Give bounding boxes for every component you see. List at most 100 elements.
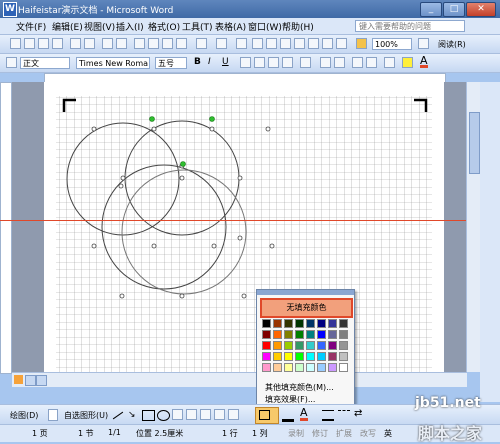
color-swatch[interactable]	[295, 330, 304, 339]
arrow-tool-icon[interactable]: ↘	[128, 410, 136, 420]
web-layout-icon[interactable]	[25, 375, 36, 386]
scroll-thumb[interactable]	[469, 112, 480, 174]
permission-icon[interactable]	[52, 38, 63, 49]
color-swatch[interactable]	[306, 352, 315, 361]
color-swatch[interactable]	[295, 341, 304, 350]
document-map-icon[interactable]	[322, 38, 333, 49]
color-swatch[interactable]	[306, 341, 315, 350]
wordart-icon[interactable]	[186, 409, 197, 420]
horizontal-scrollbar[interactable]	[12, 372, 467, 387]
color-swatch[interactable]	[295, 352, 304, 361]
color-swatch[interactable]	[284, 352, 293, 361]
color-swatch[interactable]	[262, 363, 271, 372]
insert-excel-icon[interactable]	[280, 38, 291, 49]
text-box-icon[interactable]	[172, 409, 183, 420]
line-color-icon[interactable]	[282, 409, 294, 422]
print-layout-icon[interactable]	[36, 375, 47, 386]
decrease-indent-icon[interactable]	[352, 57, 363, 68]
picture-icon[interactable]	[228, 409, 239, 420]
color-swatch[interactable]	[339, 363, 348, 372]
justify-icon[interactable]	[282, 57, 293, 68]
tables-borders-icon[interactable]	[252, 38, 263, 49]
clipart-icon[interactable]	[214, 409, 225, 420]
color-swatch[interactable]	[262, 319, 271, 328]
color-swatch[interactable]	[317, 352, 326, 361]
show-hide-icon[interactable]	[336, 38, 347, 49]
minimize-button[interactable]: _	[420, 2, 442, 17]
save-icon[interactable]	[38, 38, 49, 49]
line-spacing-icon[interactable]	[300, 57, 311, 68]
align-center-icon[interactable]	[254, 57, 265, 68]
redo-icon[interactable]	[216, 38, 227, 49]
color-swatch[interactable]	[273, 319, 282, 328]
no-fill-button[interactable]: 无填充颜色	[260, 298, 353, 318]
color-swatch[interactable]	[328, 352, 337, 361]
color-swatch[interactable]	[339, 330, 348, 339]
columns-icon[interactable]	[294, 38, 305, 49]
autoshapes-button[interactable]: 自选图形(U)	[64, 410, 108, 421]
align-right-icon[interactable]	[268, 57, 279, 68]
color-swatch[interactable]	[339, 319, 348, 328]
menu-file[interactable]: 文件(F)	[16, 20, 46, 33]
menu-format[interactable]: 格式(O)	[148, 20, 180, 33]
underline-button[interactable]: U	[222, 57, 229, 67]
select-objects-icon[interactable]	[48, 409, 58, 421]
word-app-icon[interactable]: W	[3, 2, 17, 17]
draw-menu-button[interactable]: 绘图(D)	[10, 410, 38, 421]
paragraph-mark-icon[interactable]	[356, 38, 367, 49]
copy-icon[interactable]	[148, 38, 159, 49]
menu-window[interactable]: 窗口(W)	[248, 20, 282, 33]
more-fill-colors-item[interactable]: 其他填充颜色(M)...	[265, 382, 334, 393]
format-painter-icon[interactable]	[176, 38, 187, 49]
color-swatch[interactable]	[273, 352, 282, 361]
line-tool-icon[interactable]	[112, 411, 124, 420]
oval-tool-icon[interactable]	[157, 410, 170, 421]
color-swatch[interactable]	[317, 319, 326, 328]
font-color-draw-icon[interactable]: A	[300, 407, 308, 421]
spelling-icon[interactable]	[102, 38, 113, 49]
dash-style-icon[interactable]	[338, 410, 350, 419]
status-record[interactable]: 录制	[288, 428, 304, 439]
color-swatch[interactable]	[317, 341, 326, 350]
color-swatch[interactable]	[262, 330, 271, 339]
menu-tools[interactable]: 工具(T)	[182, 20, 213, 33]
border-icon[interactable]	[384, 57, 395, 68]
menu-insert[interactable]: 插入(I)	[116, 20, 144, 33]
color-swatch[interactable]	[273, 341, 282, 350]
print-preview-icon[interactable]	[84, 38, 95, 49]
color-swatch[interactable]	[273, 330, 282, 339]
popup-move-handle[interactable]	[257, 290, 354, 295]
color-swatch[interactable]	[328, 319, 337, 328]
new-document-icon[interactable]	[10, 38, 21, 49]
color-swatch[interactable]	[284, 319, 293, 328]
status-overtype[interactable]: 改写	[360, 428, 376, 439]
open-folder-icon[interactable]	[24, 38, 35, 49]
insert-table-icon[interactable]	[266, 38, 277, 49]
font-select[interactable]: Times New Roma	[76, 57, 150, 69]
bold-button[interactable]: B	[194, 57, 201, 67]
help-icon[interactable]	[418, 38, 429, 49]
color-swatch[interactable]	[306, 330, 315, 339]
menu-table[interactable]: 表格(A)	[215, 20, 246, 33]
menu-view[interactable]: 视图(V)	[84, 20, 115, 33]
style-select[interactable]: 正文	[20, 57, 70, 69]
undo-icon[interactable]	[196, 38, 207, 49]
fill-color-button[interactable]	[255, 407, 279, 424]
document-page[interactable]	[44, 82, 444, 372]
increase-indent-icon[interactable]	[366, 57, 377, 68]
color-swatch[interactable]	[317, 330, 326, 339]
font-color-icon[interactable]: A	[420, 55, 428, 68]
color-swatch[interactable]	[284, 330, 293, 339]
color-swatch[interactable]	[284, 363, 293, 372]
hyperlink-icon[interactable]	[236, 38, 247, 49]
color-swatch[interactable]	[317, 363, 326, 372]
color-swatch[interactable]	[328, 341, 337, 350]
color-swatch[interactable]	[306, 363, 315, 372]
color-swatch[interactable]	[339, 341, 348, 350]
color-swatch[interactable]	[328, 330, 337, 339]
cut-icon[interactable]	[134, 38, 145, 49]
align-left-icon[interactable]	[240, 57, 251, 68]
highlight-icon[interactable]	[402, 57, 413, 68]
line-style-icon[interactable]	[322, 410, 334, 421]
help-search-input[interactable]: 键入需要帮助的问题	[355, 20, 465, 32]
